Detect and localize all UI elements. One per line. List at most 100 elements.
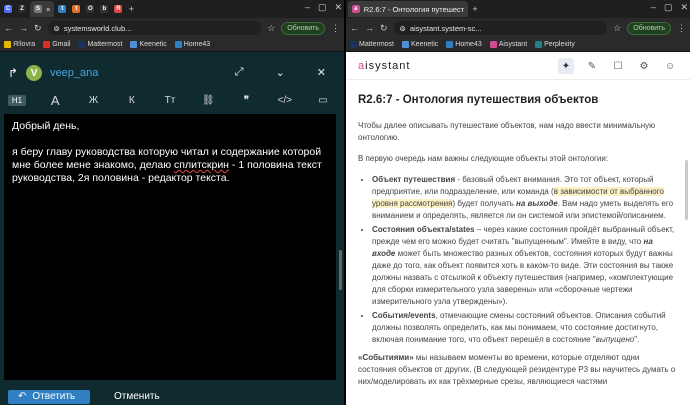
tab-favicon-icon: t xyxy=(72,5,81,13)
forward-icon[interactable]: → xyxy=(19,23,28,33)
close-icon[interactable]: ✕ xyxy=(334,2,342,13)
collapse-icon[interactable]: ⌄ xyxy=(276,66,285,79)
toolbar-strike-button[interactable]: Tт xyxy=(161,95,179,106)
list-item: События/events, отмечающие смены состоян… xyxy=(372,310,676,346)
reload-icon[interactable]: ↻ xyxy=(34,23,42,34)
toolbar-font-button[interactable]: A xyxy=(46,93,64,108)
misspelled-word[interactable]: сплитскрин xyxy=(174,159,229,171)
cancel-button[interactable]: Отменить xyxy=(114,391,160,402)
minimize-icon[interactable]: – xyxy=(305,2,310,13)
bookmark-label: Home43 xyxy=(183,41,211,48)
aisystant-favicon-icon: a xyxy=(352,5,360,13)
tab-strip: a R2.6:7 - Онтология путешеств + – ▢ ✕ xyxy=(346,0,690,18)
update-browser-button[interactable]: Обновить xyxy=(627,21,671,35)
minimize-icon[interactable]: – xyxy=(651,2,656,13)
image-icon[interactable]: ▭ xyxy=(314,95,332,106)
tab-4[interactable]: t xyxy=(70,2,82,16)
bookmark-item[interactable]: Mattermost xyxy=(78,41,122,48)
bookmark-item[interactable]: Keenetic xyxy=(130,41,167,48)
bookmark-item[interactable]: Home43 xyxy=(446,41,482,48)
bookmark-item[interactable]: Aisystant xyxy=(489,41,528,48)
link-icon[interactable]: ⛓ xyxy=(199,95,217,106)
bookmark-item[interactable]: Home43 xyxy=(174,41,211,48)
tab-favicon-icon: S xyxy=(34,5,42,13)
code-icon[interactable]: </> xyxy=(276,95,294,106)
tab-2[interactable]: S × xyxy=(30,1,55,17)
star-icon[interactable]: ☆ xyxy=(267,23,275,34)
tab-7[interactable]: R xyxy=(112,2,124,16)
editor-scrollbar[interactable] xyxy=(339,250,342,290)
site-info-icon[interactable]: ⊚ xyxy=(54,24,60,33)
reply-editor[interactable]: Добрый день, я беру главу руководства ко… xyxy=(4,114,336,380)
expand-icon[interactable]: ⤢ xyxy=(235,66,244,79)
toolbar-heading-button[interactable]: H1 xyxy=(8,94,26,106)
toolbar-bold-button[interactable]: Ж xyxy=(85,95,103,106)
bookmark-icon xyxy=(4,41,11,48)
quote-icon[interactable]: ❞ xyxy=(238,95,256,106)
bookmark-label: Keenetic xyxy=(139,41,167,48)
reload-icon[interactable]: ↻ xyxy=(380,23,388,34)
tab-3[interactable]: t xyxy=(56,2,68,16)
logo-text: isystant xyxy=(365,59,411,72)
tab-close-icon[interactable]: × xyxy=(46,5,50,14)
maximize-icon[interactable]: ▢ xyxy=(318,2,327,13)
new-tab-button[interactable]: + xyxy=(470,2,480,16)
tab-5[interactable]: O xyxy=(84,2,96,16)
gear-icon[interactable]: ⚙ xyxy=(636,58,652,74)
menu-icon[interactable]: ⋮ xyxy=(677,23,686,34)
keenetic-icon xyxy=(130,41,138,48)
bookmark-item[interactable]: Я!lovra xyxy=(4,41,35,48)
outro-term: «Событиями» xyxy=(358,353,414,362)
aisystant-logo[interactable]: aisystant xyxy=(358,60,410,72)
site-info-icon[interactable]: ⊚ xyxy=(400,24,406,33)
tab-title: R2.6:7 - Онтология путешеств xyxy=(363,4,464,14)
bookmark-label: Aisystant xyxy=(498,41,528,48)
forward-icon[interactable]: → xyxy=(365,23,374,33)
intro-paragraph: Чтобы далее описывать путешествие объект… xyxy=(358,121,656,142)
ontology-list: Объект путешествия - базовый объект вним… xyxy=(358,174,676,346)
close-icon[interactable]: ✕ xyxy=(680,2,688,13)
pencil-icon[interactable]: ✎ xyxy=(584,58,600,74)
tab-0[interactable]: C xyxy=(2,2,14,16)
page-scrollbar[interactable] xyxy=(685,160,688,220)
menu-icon[interactable]: ⋮ xyxy=(331,23,340,34)
bookmark-item[interactable]: Keenetic xyxy=(402,41,438,48)
bookmark-item[interactable]: Mattermost xyxy=(350,41,394,48)
tab-1[interactable]: Z xyxy=(16,2,28,16)
username-link[interactable]: veep_ana xyxy=(50,67,98,79)
tab-aisystant[interactable]: a R2.6:7 - Онтология путешеств xyxy=(348,1,468,17)
back-icon[interactable]: ← xyxy=(350,23,359,33)
left-browser-window: C Z S × t t O b R + – ▢ ✕ ← → ↻ ⊚ systemsw… xyxy=(0,0,344,405)
magic-wand-icon[interactable]: ✦ xyxy=(558,58,574,74)
new-tab-button[interactable]: + xyxy=(126,2,136,16)
emphasis-text: на выходе xyxy=(516,199,558,208)
reply-button[interactable]: ↶ Ответить xyxy=(8,389,90,404)
reply-arrow-icon[interactable]: ↱ xyxy=(8,66,18,80)
list-item-text: ". xyxy=(634,335,640,344)
bookmark-item[interactable]: Perplexity xyxy=(535,41,575,48)
gmail-icon xyxy=(43,41,51,48)
tab-6[interactable]: b xyxy=(98,2,110,16)
update-browser-button[interactable]: Обновить xyxy=(281,21,325,35)
screen: C Z S × t t O b R + – ▢ ✕ ← → ↻ ⊚ systemsw… xyxy=(0,0,690,405)
toolbar-italic-button[interactable]: К xyxy=(123,95,141,106)
composer-controls: ⤢ ⌄ ✕ xyxy=(235,66,326,79)
tab-strip: C Z S × t t O b R + – ▢ ✕ xyxy=(0,0,344,18)
page-title: R2.6:7 - Онтология путешествия объектов xyxy=(358,94,599,106)
maximize-icon[interactable]: ▢ xyxy=(664,2,673,13)
comment-icon[interactable]: ☐ xyxy=(610,58,626,74)
mattermost-icon xyxy=(78,41,86,48)
bookmark-label: Keenetic xyxy=(411,41,439,48)
reply-header: ↱ V veep_ana ⤢ ⌄ ✕ xyxy=(0,60,344,86)
url-text: aisystant.system-sc... xyxy=(409,23,482,33)
star-icon[interactable]: ☆ xyxy=(613,23,621,34)
back-icon[interactable]: ← xyxy=(4,23,13,33)
address-bar: ← → ↻ ⊚ systemsworld.club... ☆ Обновить ⋮ xyxy=(0,18,344,38)
site-header: aisystant ✦ ✎ ☐ ⚙ ☺ xyxy=(346,52,690,80)
url-field[interactable]: ⊚ aisystant.system-sc... xyxy=(393,21,608,35)
close-composer-icon[interactable]: ✕ xyxy=(317,66,326,79)
user-icon[interactable]: ☺ xyxy=(662,58,678,74)
url-field[interactable]: ⊚ systemsworld.club... xyxy=(47,21,262,35)
bookmarks-bar: Я!lovra Gmail Mattermost Keenetic Home43 xyxy=(0,38,344,52)
bookmark-item[interactable]: Gmail xyxy=(43,41,70,48)
